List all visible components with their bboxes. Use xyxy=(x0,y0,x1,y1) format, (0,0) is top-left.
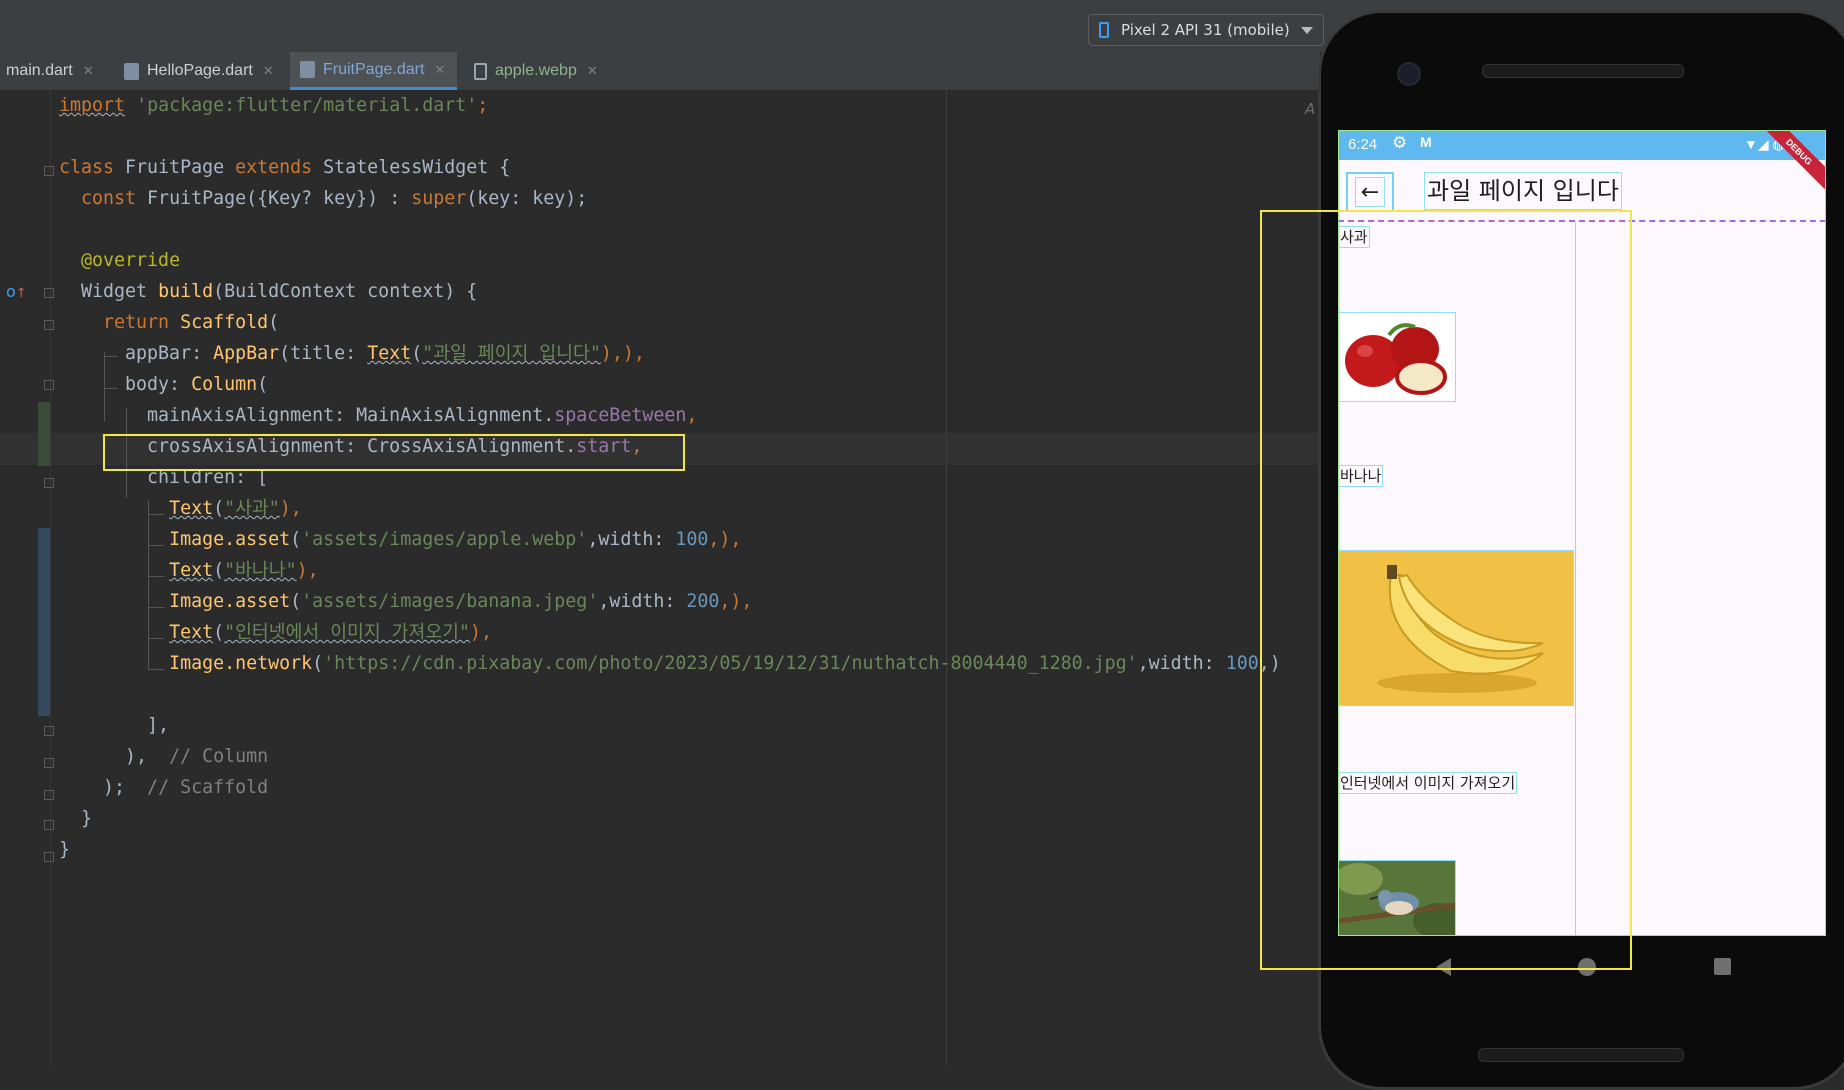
chevron-down-icon xyxy=(1301,27,1313,34)
close-icon[interactable]: ✕ xyxy=(83,63,94,79)
fold-marker[interactable] xyxy=(44,790,54,800)
fold-marker[interactable] xyxy=(44,478,54,488)
close-icon[interactable]: ✕ xyxy=(587,63,598,79)
inspection-indicator[interactable]: A xyxy=(1305,100,1315,118)
code-line-4: const FruitPage({Key? key}) : super(key:… xyxy=(81,188,588,209)
phone-icon xyxy=(1099,22,1109,38)
code-line-1: import 'package:flutter/material.dart'; xyxy=(59,95,489,116)
gutter-divider xyxy=(50,90,51,1066)
code-line-19: Image.network('https://cdn.pixabay.com/p… xyxy=(169,653,1281,674)
code-line-14: Text("사과"), xyxy=(169,498,302,519)
code-line-24: } xyxy=(59,808,93,829)
close-icon[interactable]: ✕ xyxy=(263,63,274,79)
change-marker xyxy=(38,528,50,716)
annotation-highlight-box xyxy=(103,434,685,471)
speaker-grille xyxy=(1482,64,1684,78)
arrow-left-icon: ← xyxy=(1355,177,1385,207)
code-line-23: ); // Scaffold xyxy=(59,777,269,798)
right-margin-guide xyxy=(946,90,947,1066)
gear-icon: ⚙ xyxy=(1392,133,1408,152)
camera-icon xyxy=(1397,62,1421,86)
code-line-3: class FruitPage extends StatelessWidget … xyxy=(59,157,511,178)
fold-marker[interactable] xyxy=(44,726,54,736)
code-line-8: return Scaffold( xyxy=(103,312,280,333)
fold-marker[interactable] xyxy=(44,288,54,298)
speaker-grille xyxy=(1478,1048,1684,1062)
dart-file-icon xyxy=(124,62,139,80)
code-line-15: Image.asset('assets/images/apple.webp',w… xyxy=(169,529,742,550)
code-line-7: Widget build(BuildContext context) { xyxy=(59,281,478,302)
status-time: 6:24 xyxy=(1348,136,1378,153)
close-icon[interactable]: ✕ xyxy=(434,62,445,78)
fold-marker[interactable] xyxy=(44,166,54,176)
code-line-6: @override xyxy=(81,250,181,271)
tab-label: main.dart xyxy=(6,62,73,79)
tab-label: HelloPage.dart xyxy=(147,62,253,79)
code-line-21: ], xyxy=(59,715,170,736)
code-line-10: body: Column( xyxy=(59,374,269,395)
fold-marker[interactable] xyxy=(44,320,54,330)
fold-marker[interactable] xyxy=(44,380,54,390)
code-editor[interactable]: o↑ A import 'package:flutter/material.da… xyxy=(0,90,1320,1066)
device-label: Pixel 2 API 31 (mobile) xyxy=(1121,21,1290,39)
code-line-22: ), // Column xyxy=(59,746,269,767)
change-marker xyxy=(38,402,50,466)
code-line-16: Text("바나나"), xyxy=(169,560,319,581)
tab-label: FruitPage.dart xyxy=(323,60,425,78)
device-selector[interactable]: Pixel 2 API 31 (mobile) xyxy=(1088,14,1324,46)
tab-apple-webp[interactable]: apple.webp ✕ xyxy=(474,52,598,90)
tab-hellopage-dart[interactable]: HelloPage.dart ✕ xyxy=(124,52,274,90)
mail-icon: M xyxy=(1420,134,1432,150)
code-line-18: Text("인터넷에서 이미지 가져오기"), xyxy=(169,622,492,643)
code-line-11: mainAxisAlignment: MainAxisAlignment.spa… xyxy=(59,405,698,426)
tab-label: apple.webp xyxy=(495,62,577,79)
status-bar: 6:24 ⚙ M ▼◢ ◍ xyxy=(1338,130,1826,160)
nav-recents-icon[interactable] xyxy=(1714,958,1731,975)
code-line-25: } xyxy=(59,839,71,860)
fold-marker[interactable] xyxy=(44,852,54,862)
tab-main-dart[interactable]: main.dart ✕ xyxy=(0,52,94,90)
image-file-icon xyxy=(474,62,487,80)
editor-tabs: main.dart ✕ HelloPage.dart ✕ FruitPage.d… xyxy=(0,52,1320,91)
code-line-9: appBar: AppBar(title: Text("과일 페이지 입니다")… xyxy=(59,343,645,364)
tab-fruitpage-dart[interactable]: FruitPage.dart ✕ xyxy=(290,52,458,90)
app-bar-title: 과일 페이지 입니다 xyxy=(1424,172,1622,210)
fold-marker[interactable] xyxy=(44,758,54,768)
code-line-17: Image.asset('assets/images/banana.jpeg',… xyxy=(169,591,753,612)
dart-file-icon xyxy=(300,61,315,78)
fold-marker[interactable] xyxy=(44,820,54,830)
back-button[interactable]: ← xyxy=(1346,172,1394,212)
override-icon[interactable]: o↑ xyxy=(6,282,27,301)
annotation-overlay-box xyxy=(1260,210,1632,970)
